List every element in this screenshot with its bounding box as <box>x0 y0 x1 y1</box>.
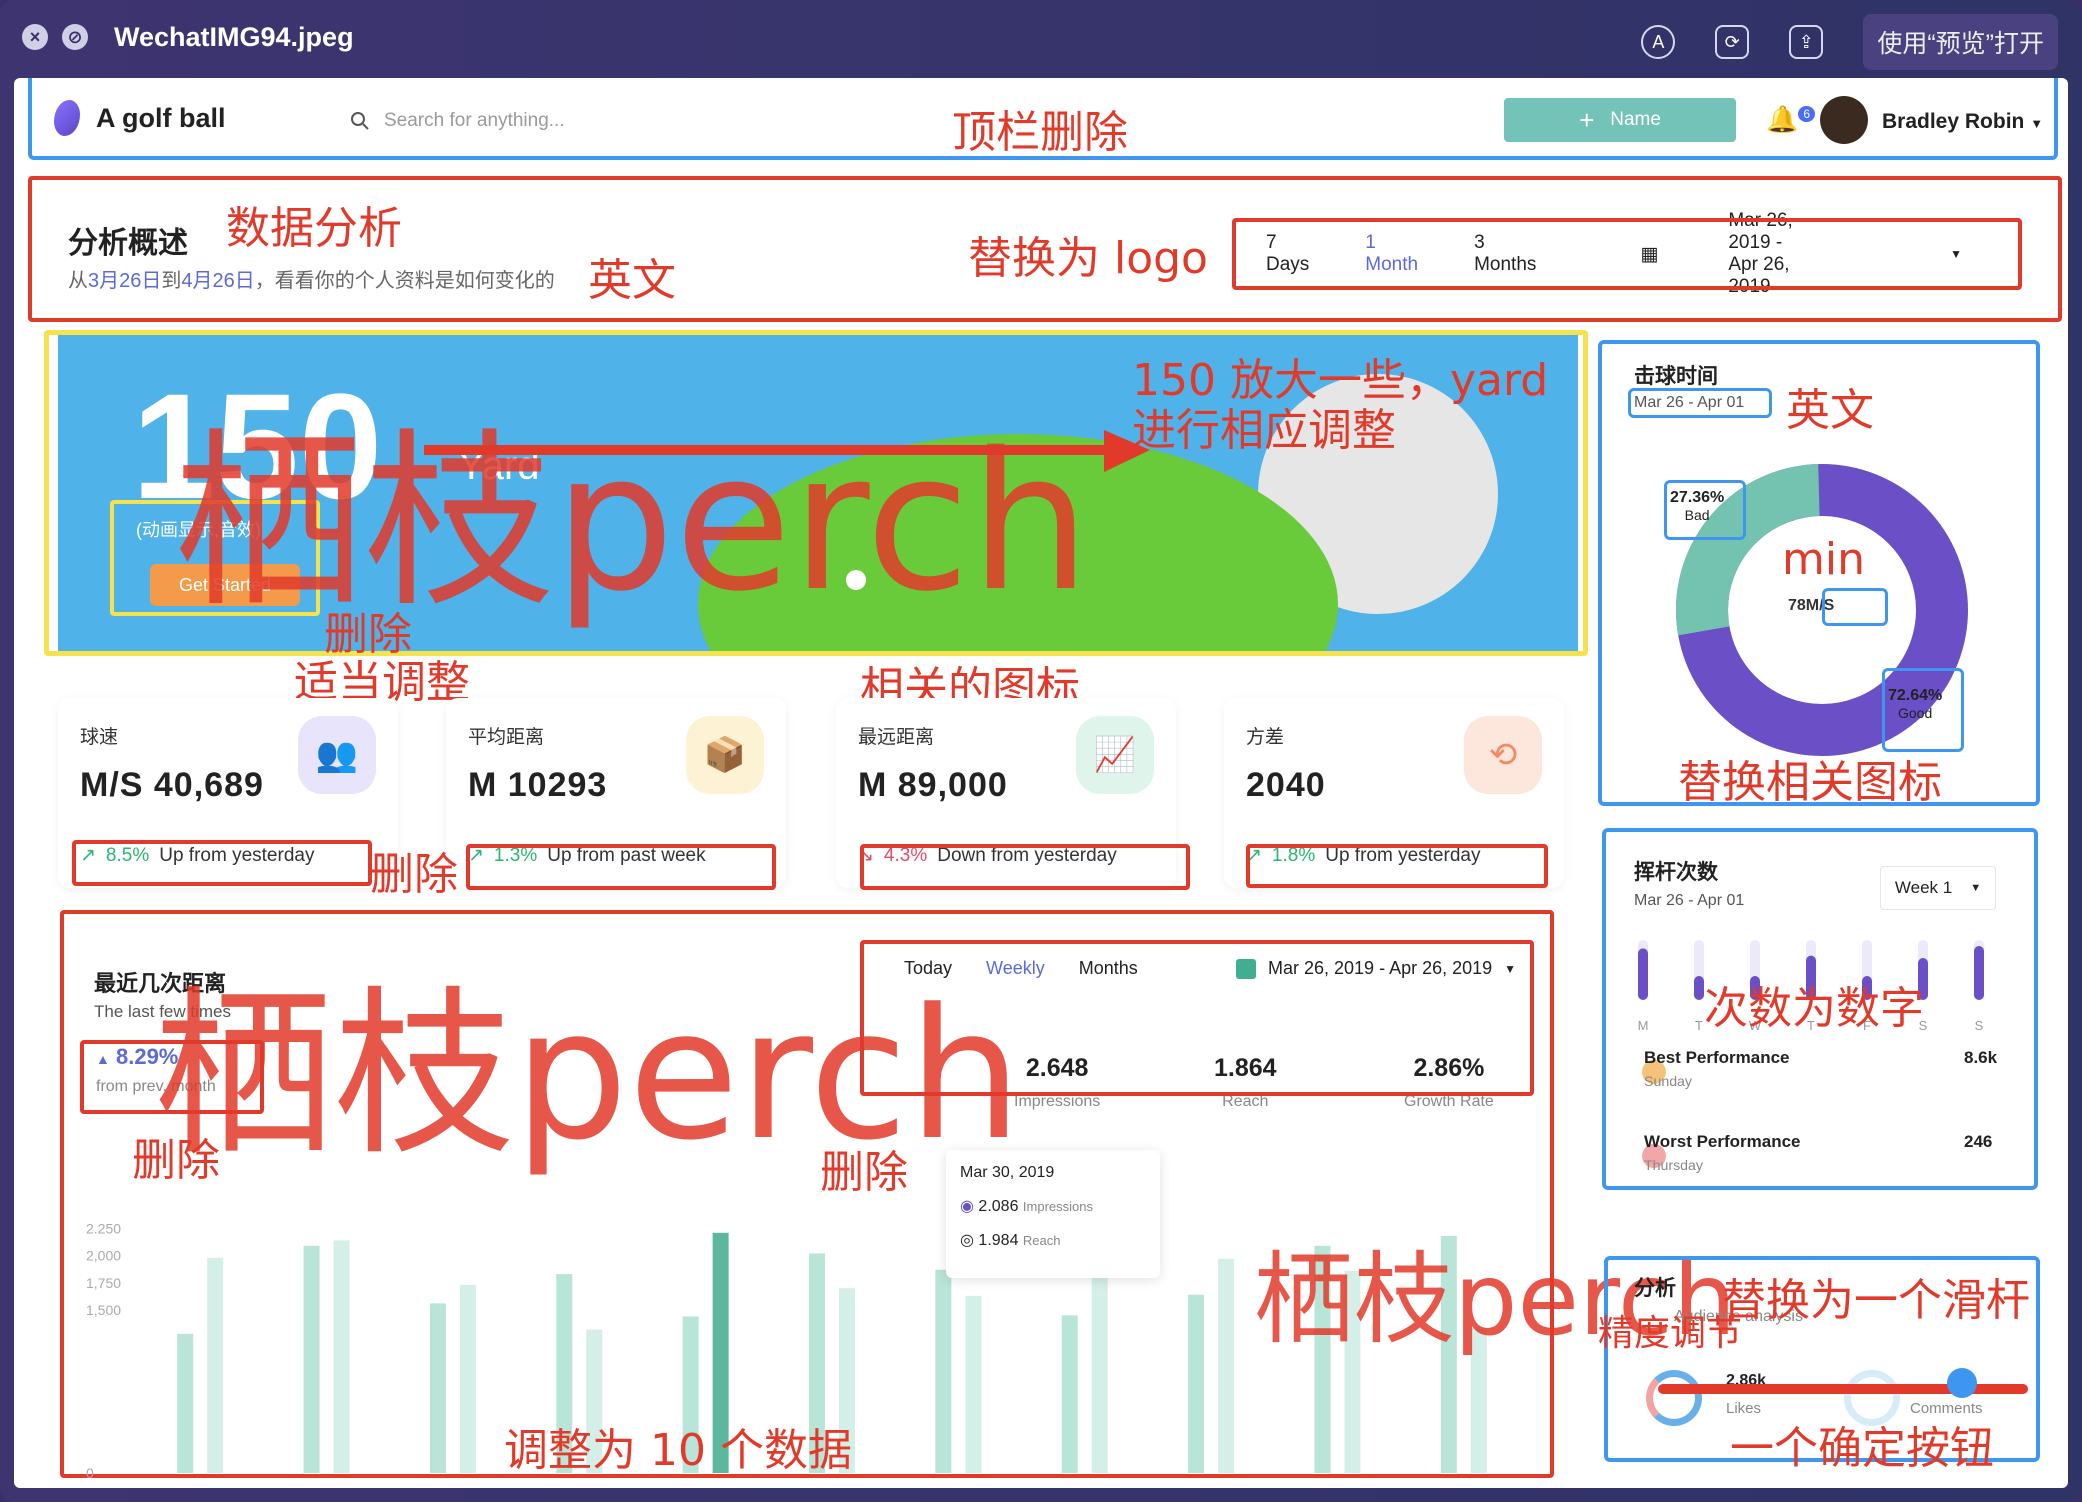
annotation-remove-topbar: 顶栏删除 <box>952 107 1128 158</box>
bar <box>207 1257 224 1473</box>
swing-day-label: M <box>1638 1018 1649 1033</box>
annotation-watermark-chart: 栖枝perch <box>154 971 1023 1180</box>
annotation-box-trend-4 <box>1246 844 1548 888</box>
best-value: 8.6k <box>1964 1048 1998 1067</box>
tooltip-impressions: ◉ 2.086 Impressions <box>960 1198 1093 1215</box>
donut-title: 击球时间 <box>1634 365 1718 388</box>
y-tick-label: 2.250 <box>86 1220 121 1236</box>
swings-title: 挥杆次数 <box>1634 861 1718 884</box>
annotation-box-trend-1 <box>72 840 372 886</box>
close-button[interactable]: × <box>22 24 48 50</box>
precision-slider[interactable] <box>1658 1368 2028 1398</box>
bar <box>429 1303 446 1473</box>
line-chart-icon: 📈 <box>1076 716 1154 794</box>
annotation-box-range <box>1628 388 1772 418</box>
users-icon: 👥 <box>298 716 376 794</box>
open-with-preview-button[interactable]: 使用“预览”打开 <box>1863 14 2058 70</box>
preview-window: × ⊘ WechatIMG94.jpeg A ⟳ ⇪ 使用“预览”打开 A go… <box>0 0 2082 1502</box>
no-entry-icon[interactable]: ⊘ <box>62 24 88 50</box>
stat-label: 最远距离 <box>858 727 935 748</box>
swing-day-label: S <box>1975 1018 1984 1033</box>
annotation-delete-trend: 删除 <box>370 849 458 900</box>
stat-label: 球速 <box>80 727 119 748</box>
history-icon: ⟲ <box>1464 716 1542 794</box>
annotation-box-trend-3 <box>860 844 1190 890</box>
share-icon[interactable]: ⇪ <box>1789 25 1824 59</box>
worst-value: 246 <box>1964 1132 1993 1151</box>
stat-value: M 89,000 <box>858 766 1008 804</box>
window-title: WechatIMG94.jpeg <box>114 21 354 52</box>
annotation-number-counts: 次数为数字 <box>1704 983 1924 1034</box>
bar <box>1091 1252 1108 1473</box>
y-tick-label: 2,000 <box>86 1248 121 1264</box>
target-icon: ◎ <box>960 1232 974 1249</box>
annotation-box-good <box>1882 668 1964 752</box>
slider-thumb[interactable] <box>1947 1368 1977 1398</box>
title-bar: × ⊘ WechatIMG94.jpeg A ⟳ ⇪ 使用“预览”打开 <box>0 0 2082 74</box>
stat-label: 方差 <box>1246 727 1285 748</box>
annotation-ten-data: 调整为 10 个数据 <box>504 1425 852 1476</box>
markup-icon[interactable]: A <box>1641 25 1676 59</box>
annotation-replace-icons: 替换相关图标 <box>1678 757 1942 808</box>
stat-label: 平均距离 <box>468 727 545 748</box>
stat-value: M 10293 <box>468 766 608 804</box>
bar <box>1218 1258 1235 1473</box>
analysis-title: 分析 <box>1634 1277 1676 1300</box>
annotation-precision: 精度调节 <box>1598 1313 1743 1354</box>
annotation-adjust-accordingly: 进行相应调整 <box>1132 405 1396 456</box>
y-tick-label: 0 <box>86 1465 94 1481</box>
swing-bar <box>1638 948 1648 1000</box>
stat-value: 2040 <box>1246 766 1326 804</box>
best-performance: Best Performance Sunday <box>1644 1048 1790 1090</box>
bar <box>935 1269 952 1473</box>
box-icon: 📦 <box>686 716 764 794</box>
bar <box>303 1245 320 1473</box>
week-value: Week 1 <box>1894 878 1953 897</box>
annotation-replace-slider: 替换为一个滑杆 <box>1722 1275 2030 1326</box>
bar <box>1188 1294 1205 1473</box>
swing-day-label: T <box>1695 1018 1703 1033</box>
bar <box>965 1295 982 1473</box>
y-tick-label: 1,500 <box>86 1302 121 1318</box>
bar <box>177 1333 194 1473</box>
bar <box>1061 1315 1078 1473</box>
annotation-box-bad <box>1664 480 1746 540</box>
annotation-box-center <box>1822 588 1888 626</box>
annotation-confirm-button: 一个确定按钮 <box>1730 1423 1994 1474</box>
week-select[interactable]: Week 1 ▼ <box>1880 866 1996 910</box>
rotate-icon[interactable]: ⟳ <box>1715 25 1750 59</box>
swing-bar <box>1974 946 1984 1000</box>
y-tick-label: 1,750 <box>86 1275 121 1291</box>
annotation-watermark-banner: 栖枝perch <box>174 412 1091 633</box>
annotation-box-trend-2 <box>466 844 776 890</box>
swings-range: Mar 26 - Apr 01 <box>1634 892 1745 909</box>
caret-down-icon: ▼ <box>1970 882 1982 894</box>
eye-icon: ◉ <box>960 1198 974 1215</box>
tooltip-reach: ◎ 1.984 Reach <box>960 1232 1061 1249</box>
annotation-box-section <box>28 176 2062 322</box>
annotation-english-range: 英文 <box>1786 385 1874 436</box>
bar <box>333 1240 350 1473</box>
stat-value: M/S 40,689 <box>80 766 264 804</box>
bar <box>459 1284 476 1473</box>
donut-center-label: min <box>1782 534 1865 585</box>
worst-performance: Worst Performance Thursday <box>1644 1132 1801 1174</box>
swing-bar <box>1694 976 1704 1000</box>
screenshot-content: A golf ball Search for anything... + Name… <box>14 78 2068 1488</box>
